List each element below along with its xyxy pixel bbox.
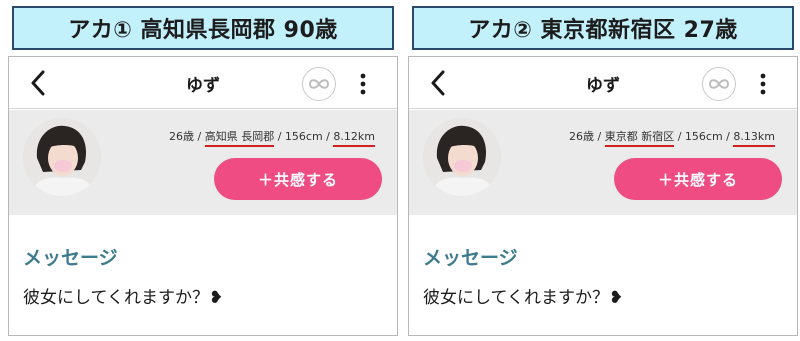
comparison-stage: アカ① 高知県長岡郡 90歳 ゆず 26歳 / 高知県 長岡郡 / 156cm …	[0, 0, 800, 341]
meta-separator: /	[722, 130, 734, 143]
profile-age: 26歳	[569, 130, 594, 143]
page-title: ゆず	[586, 76, 620, 96]
infinity-button[interactable]	[302, 67, 336, 101]
profile-band: 26歳 / 高知県 長岡郡 / 156cm / 8.12km ＋共感する	[9, 110, 397, 215]
empathy-button[interactable]: ＋共感する	[214, 158, 382, 200]
profile-location: 高知県 長岡郡	[204, 130, 275, 147]
meta-separator: /	[274, 130, 285, 143]
avatar-image	[423, 118, 501, 196]
infinity-icon	[308, 79, 330, 89]
meta-separator: /	[674, 130, 685, 143]
account-panel-2: アカ② 東京都新宿区 27歳 ゆず 26歳 / 東京都 新宿区 / 156cm …	[408, 0, 798, 341]
profile-location: 東京都 新宿区	[604, 130, 675, 147]
profile-distance: 8.13km	[733, 130, 775, 147]
more-vertical-icon	[360, 73, 366, 95]
account-panel-1: アカ① 高知県長岡郡 90歳 ゆず 26歳 / 高知県 長岡郡 / 156cm …	[8, 0, 398, 341]
empathy-button[interactable]: ＋共感する	[614, 158, 782, 200]
page-title: ゆず	[186, 76, 220, 96]
infinity-button[interactable]	[702, 67, 736, 101]
more-options-button[interactable]	[353, 70, 373, 98]
more-options-button[interactable]	[753, 70, 773, 98]
meta-separator: /	[194, 130, 205, 143]
avatar[interactable]	[423, 118, 501, 196]
account-label: アカ② 東京都新宿区 27歳	[412, 6, 794, 50]
profile-height: 156cm	[284, 130, 323, 143]
profile-distance: 8.12km	[333, 130, 375, 147]
message-text: 彼女にしてくれますか？❥	[423, 288, 624, 308]
profile-age: 26歳	[169, 130, 194, 143]
account-label: アカ① 高知県長岡郡 90歳	[12, 6, 394, 50]
profile-band: 26歳 / 東京都 新宿区 / 156cm / 8.13km ＋共感する	[409, 110, 797, 215]
message-section-title: メッセージ	[23, 247, 118, 269]
message-text: 彼女にしてくれますか？❥	[23, 288, 224, 308]
avatar[interactable]	[23, 118, 101, 196]
app-screen: ゆず	[8, 56, 398, 336]
message-section-title: メッセージ	[423, 247, 518, 269]
more-vertical-icon	[760, 73, 766, 95]
app-screen: ゆず	[408, 56, 798, 336]
top-bar: ゆず	[9, 57, 397, 109]
top-bar: ゆず	[409, 57, 797, 109]
avatar-image	[23, 118, 101, 196]
infinity-icon	[708, 79, 730, 89]
meta-separator: /	[594, 130, 605, 143]
profile-meta: 26歳 / 高知県 長岡郡 / 156cm / 8.12km	[169, 128, 375, 147]
profile-height: 156cm	[684, 130, 723, 143]
profile-meta: 26歳 / 東京都 新宿区 / 156cm / 8.13km	[569, 128, 775, 147]
meta-separator: /	[322, 130, 334, 143]
